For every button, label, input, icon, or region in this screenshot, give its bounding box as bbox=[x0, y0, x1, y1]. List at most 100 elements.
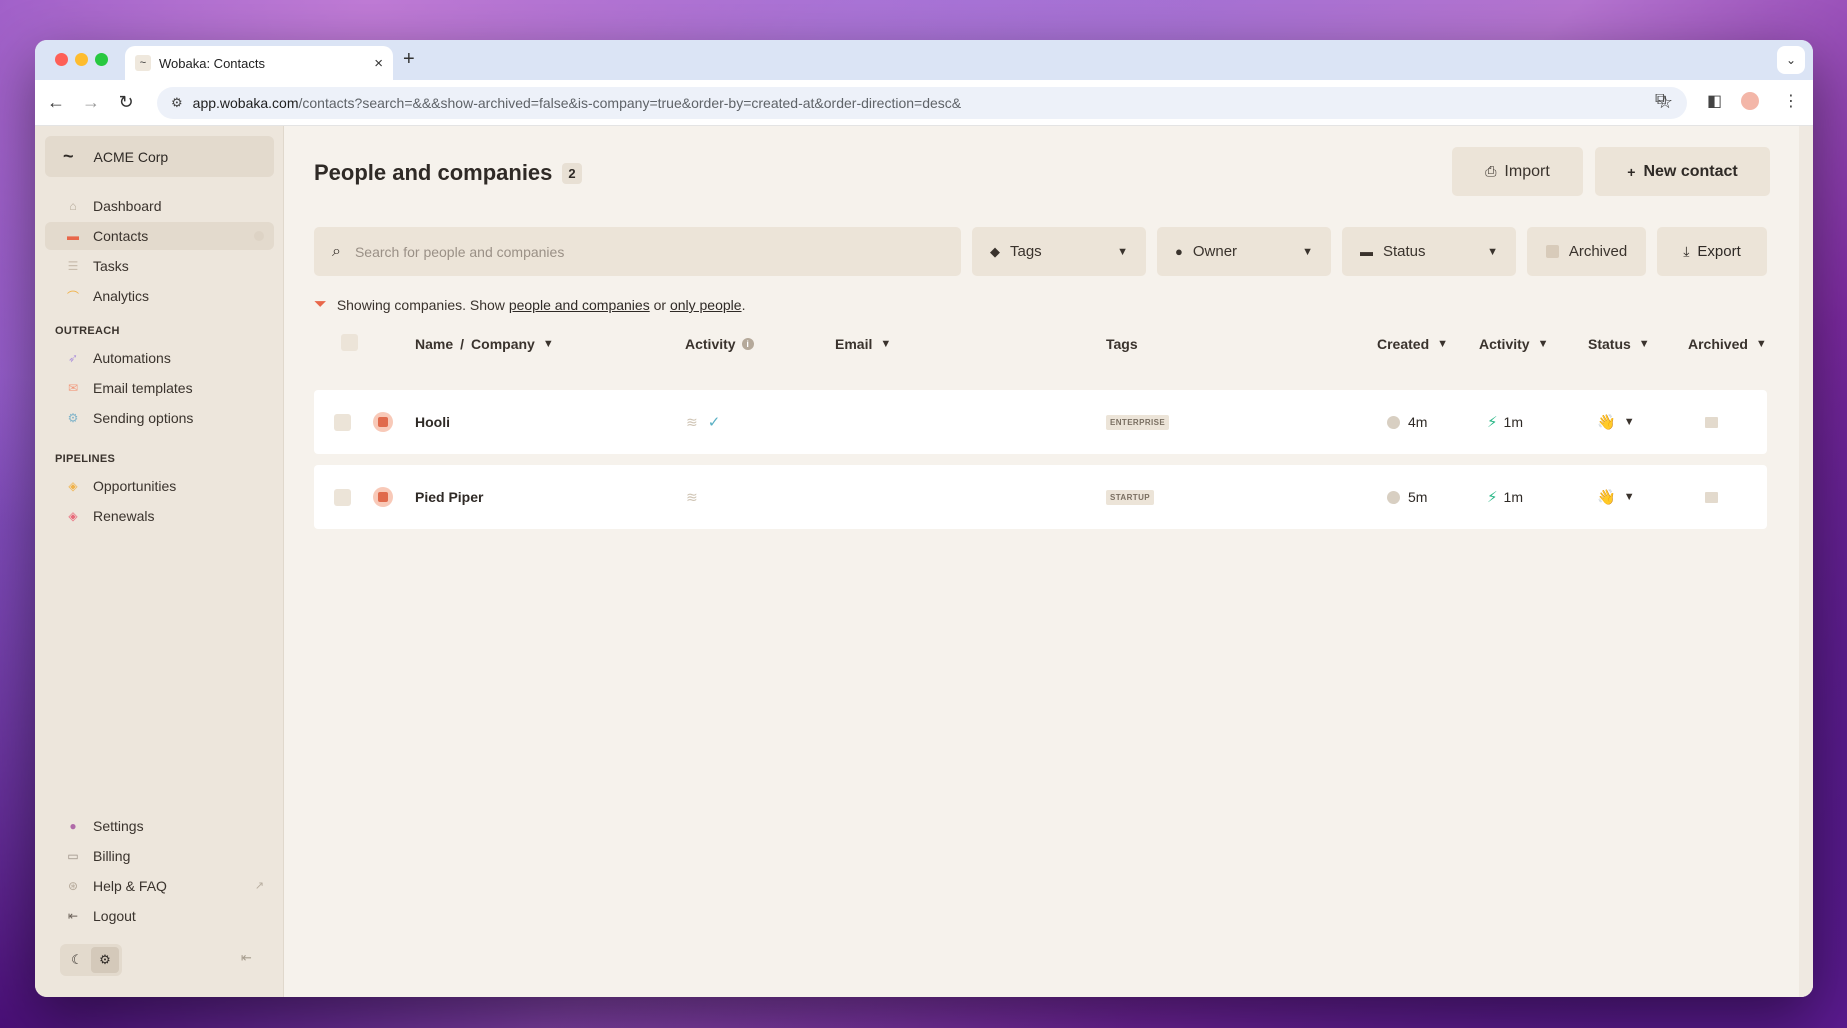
maximize-window-button[interactable] bbox=[95, 53, 108, 66]
extensions-icon[interactable]: ⧉ bbox=[1655, 91, 1666, 109]
add-contact-dot[interactable] bbox=[254, 231, 264, 241]
sidebar-item-label: Logout bbox=[93, 908, 136, 924]
caret-down-icon: ▼ bbox=[1755, 338, 1767, 350]
tab-search-chevron-icon[interactable]: ⌄ bbox=[1777, 46, 1805, 74]
workspace-switcher[interactable]: ~ ACME Corp bbox=[45, 136, 274, 177]
sidebar-item-renewals[interactable]: ◈ Renewals bbox=[45, 502, 274, 530]
sidebar-item-opportunities[interactable]: ◈ Opportunities bbox=[45, 472, 274, 500]
archived-column-header[interactable]: Archived ▼ bbox=[1688, 332, 1767, 356]
table-row[interactable]: Pied Piper ≋ STARTUP 5m ⚡ 1m 👋 ▼ bbox=[314, 465, 1767, 529]
user-icon: ● bbox=[69, 819, 77, 833]
tags-filter-dropdown[interactable]: ◆ Tags ▼ bbox=[972, 227, 1146, 276]
sidebar-item-analytics[interactable]: ⌒ Analytics bbox=[45, 282, 274, 310]
archived-toggle[interactable]: Archived bbox=[1527, 227, 1646, 276]
sidebar-item-label: Opportunities bbox=[93, 478, 177, 494]
profile-avatar[interactable] bbox=[1741, 92, 1759, 110]
outreach-nav: OUTREACH ➶ Automations ✉ Email templates… bbox=[45, 318, 274, 434]
sidebar-item-logout[interactable]: ⇤ Logout bbox=[45, 902, 274, 930]
show-only-people-link[interactable]: only people bbox=[670, 297, 742, 313]
layers-icon: ≋ bbox=[686, 413, 698, 430]
status-column-header[interactable]: Status ▼ bbox=[1588, 332, 1650, 356]
scrollbar[interactable] bbox=[1799, 126, 1813, 997]
row-checkbox[interactable] bbox=[334, 413, 351, 431]
pipelines-section-title: PIPELINES bbox=[55, 453, 116, 465]
table-row[interactable]: Hooli ≋ ✓ ENTERPRISE 4m ⚡ 1m 👋 ▼ bbox=[314, 390, 1767, 454]
column-label: Created bbox=[1377, 336, 1430, 352]
export-label: Export bbox=[1697, 243, 1741, 260]
import-button[interactable]: ⎙ Import bbox=[1452, 147, 1583, 196]
more-menu-icon[interactable]: ⋮ bbox=[1783, 91, 1799, 111]
column-label: Email bbox=[835, 336, 873, 352]
sidebar-item-label: Automations bbox=[93, 350, 171, 366]
sidebar-item-tasks[interactable]: ☰ Tasks bbox=[45, 252, 274, 280]
sidebar-item-dashboard[interactable]: ⌂ Dashboard bbox=[45, 192, 274, 220]
info-icon[interactable]: i bbox=[741, 338, 754, 350]
browser-window: ~ Wobaka: Contacts × + ⌄ ← → ↻ ⚙ app.wob… bbox=[35, 40, 1813, 997]
collapse-sidebar-icon[interactable]: ⇤ bbox=[241, 950, 252, 966]
address-bar[interactable]: ⚙ app.wobaka.com/contacts?search=&&&show… bbox=[157, 87, 1687, 119]
last-activity-column-header[interactable]: Activity ▼ bbox=[1479, 332, 1548, 356]
archive-box-icon[interactable] bbox=[1705, 491, 1718, 503]
wobaka-logo-icon: ~ bbox=[63, 146, 74, 166]
email-column-header[interactable]: Email ▼ bbox=[835, 332, 891, 356]
owner-filter-label: Owner bbox=[1192, 243, 1238, 260]
contact-card-icon: ▬ bbox=[67, 229, 79, 243]
company-name[interactable]: Pied Piper bbox=[415, 465, 483, 529]
status-dropdown[interactable]: 👋 ▼ bbox=[1597, 465, 1635, 529]
close-window-button[interactable] bbox=[55, 53, 68, 66]
sidebar-item-automations[interactable]: ➶ Automations bbox=[45, 344, 274, 372]
tab-close-icon[interactable]: × bbox=[374, 55, 383, 72]
show-people-and-companies-link[interactable]: people and companies bbox=[509, 297, 650, 313]
dark-mode-moon-icon[interactable]: ☾ bbox=[63, 947, 91, 973]
system-theme-gear-icon[interactable]: ⚙ bbox=[91, 947, 119, 973]
lifebuoy-icon: ⊛ bbox=[67, 879, 79, 893]
reload-icon[interactable]: ↻ bbox=[114, 90, 138, 114]
sidebar-item-billing[interactable]: ▭ Billing bbox=[45, 842, 274, 870]
browser-tab[interactable]: ~ Wobaka: Contacts × bbox=[125, 46, 393, 80]
company-name[interactable]: Hooli bbox=[415, 390, 450, 454]
minimize-window-button[interactable] bbox=[75, 53, 88, 66]
logout-icon: ⇤ bbox=[67, 909, 79, 923]
search-input[interactable]: ⌕ Search for people and companies bbox=[314, 227, 961, 276]
created-ago: 5m bbox=[1408, 489, 1428, 505]
waving-hand-icon: 👋 bbox=[1597, 489, 1616, 506]
download-icon: ⤓ bbox=[1683, 243, 1690, 259]
forward-arrow-icon[interactable]: → bbox=[79, 90, 103, 114]
caret-down-icon: ▼ bbox=[1117, 245, 1128, 258]
archived-checkbox[interactable] bbox=[1545, 245, 1559, 258]
activity-column-header: Activity i bbox=[685, 332, 754, 356]
new-tab-icon[interactable]: + bbox=[403, 48, 415, 71]
sidebar-item-contacts[interactable]: ▬ Contacts bbox=[45, 222, 274, 250]
company-building-icon bbox=[373, 412, 393, 432]
export-button[interactable]: ⤓ Export bbox=[1657, 227, 1767, 276]
sidebar-item-label: Help & FAQ bbox=[93, 878, 167, 894]
funnel-icon: ⏷ bbox=[314, 296, 327, 313]
stack-icon: ◈ bbox=[68, 479, 78, 493]
lightning-icon: ⚡ bbox=[1487, 489, 1498, 506]
row-checkbox[interactable] bbox=[334, 488, 351, 506]
sidebar-item-sending-options[interactable]: ⚙ Sending options bbox=[45, 404, 274, 432]
back-arrow-icon[interactable]: ← bbox=[44, 90, 68, 114]
sidebar-item-label: Tasks bbox=[93, 258, 129, 274]
status-filter-dropdown[interactable]: ▬ Status ▼ bbox=[1342, 227, 1516, 276]
theme-toggle: ☾ ⚙ bbox=[60, 944, 122, 976]
sidebar-item-email-templates[interactable]: ✉ Email templates bbox=[45, 374, 274, 402]
status-filter-label: Status bbox=[1383, 243, 1426, 260]
plus-icon: + bbox=[1627, 163, 1636, 180]
caret-down-icon: ▼ bbox=[1302, 245, 1313, 258]
sidebar-item-help[interactable]: ⊛ Help & FAQ ↗ bbox=[45, 872, 274, 900]
bottom-nav: ● Settings ▭ Billing ⊛ Help & FAQ ↗ ⇤ Lo… bbox=[45, 812, 274, 932]
select-all-checkbox[interactable] bbox=[341, 334, 358, 351]
site-settings-icon[interactable]: ⚙ bbox=[171, 95, 183, 111]
created-column-header[interactable]: Created ▼ bbox=[1377, 332, 1448, 356]
archive-box-icon[interactable] bbox=[1705, 416, 1718, 428]
side-panel-icon[interactable]: ◧ bbox=[1707, 91, 1722, 111]
sidebar-item-settings[interactable]: ● Settings bbox=[45, 812, 274, 840]
status-dropdown[interactable]: 👋 ▼ bbox=[1597, 390, 1635, 454]
name-company-column-header[interactable]: Name / Company ▼ bbox=[415, 332, 554, 356]
url-path: /contacts?search=&&&show-archived=false&… bbox=[298, 95, 962, 111]
owner-filter-dropdown[interactable]: ● Owner ▼ bbox=[1157, 227, 1331, 276]
browser-toolbar: ← → ↻ ⚙ app.wobaka.com/contacts?search=&… bbox=[35, 80, 1813, 126]
waving-hand-icon: 👋 bbox=[1597, 414, 1616, 431]
new-contact-button[interactable]: + New contact bbox=[1595, 147, 1770, 196]
